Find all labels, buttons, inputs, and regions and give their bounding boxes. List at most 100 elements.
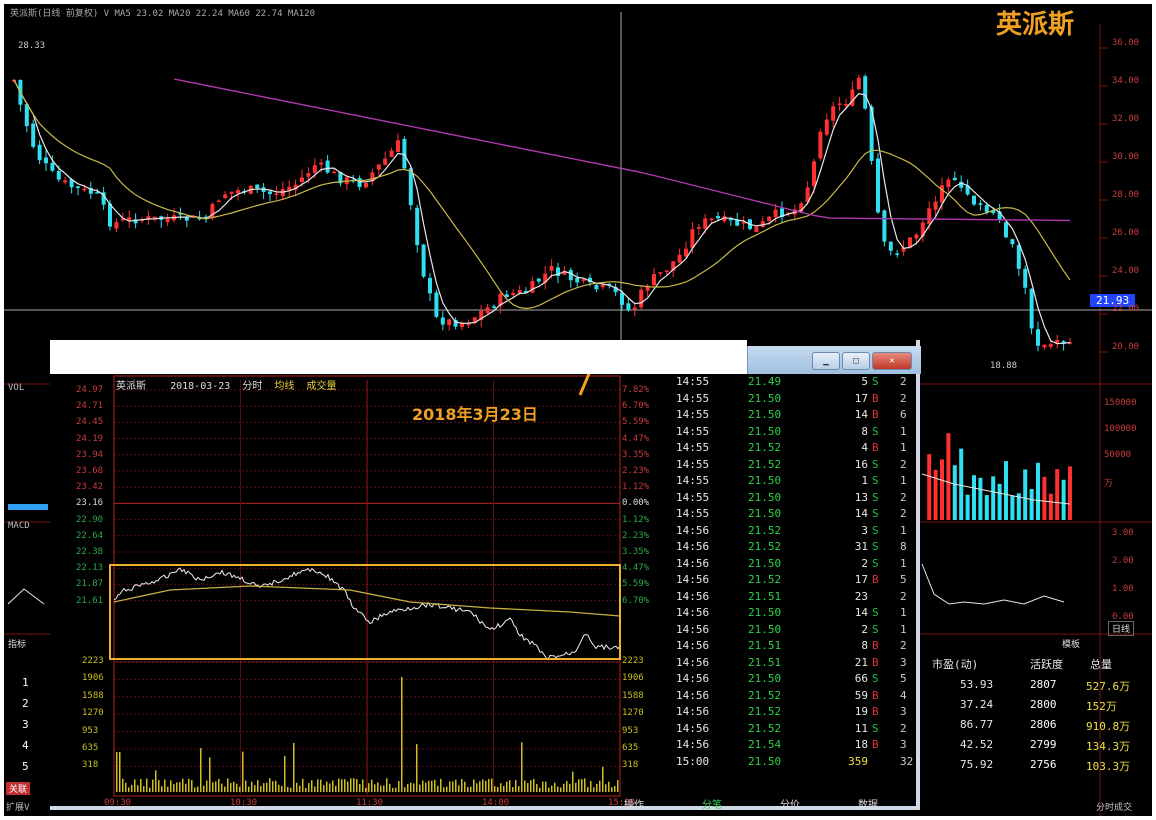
maximize-button[interactable]: □: [842, 352, 870, 370]
tick-row[interactable]: 14:56 21.51 8 B 2: [676, 639, 926, 655]
intraday-volume-bar: [515, 779, 517, 792]
tick-row[interactable]: 14:56 21.52 11 S 2: [676, 722, 926, 738]
tick-cell: 14: [854, 408, 868, 421]
intraday-volume-bar: [404, 787, 406, 792]
tick-row[interactable]: 15:00 21.50 359 32: [676, 755, 926, 771]
intraday-volume-bar: [284, 756, 286, 792]
tick-row[interactable]: 14:55 21.50 14 S 2: [676, 507, 926, 523]
intraday-volume-bar: [575, 782, 577, 792]
intraday-volume-bar: [590, 780, 592, 792]
volume-bar: [1061, 479, 1066, 520]
intraday-volume-label: 1270: [82, 708, 104, 719]
close-button[interactable]: ✕: [872, 352, 912, 370]
volume-bar: [952, 465, 957, 520]
intraday-volume-bar: [152, 779, 154, 792]
intraday-volume-bar: [548, 787, 550, 792]
intraday-volume-label: 2223: [82, 656, 104, 666]
period-button[interactable]: 日线: [1108, 621, 1135, 636]
candle-body: [946, 179, 951, 188]
tick-row[interactable]: 14:56 21.52 31 S 8: [676, 540, 926, 556]
tick-row[interactable]: 14:56 21.54 18 B 3: [676, 738, 926, 754]
intraday-volume-label: 1588: [622, 690, 644, 701]
tick-tab-2[interactable]: 分价: [780, 796, 800, 811]
tick-row[interactable]: 14:56 21.52 19 B 3: [676, 705, 926, 721]
intraday-volume-bar: [506, 781, 508, 792]
intraday-volume-bar: [293, 742, 295, 792]
intraday-volume-bar: [572, 771, 574, 792]
indicator-tab[interactable]: 指标: [8, 637, 26, 650]
tick-row[interactable]: 14:56 21.50 66 S 5: [676, 672, 926, 688]
candle-body: [568, 270, 573, 281]
candle-body: [364, 182, 368, 188]
tick-cell: S: [872, 540, 879, 553]
volume-bar: [8, 504, 48, 510]
tick-cell: 14:55: [676, 490, 710, 504]
tick-row[interactable]: 14:55 21.49 5 S 2: [676, 375, 926, 391]
tick-cell: 2: [900, 391, 907, 405]
tick-row[interactable]: 14:56 21.52 17 B 5: [676, 573, 926, 589]
stats-header: 总量: [1090, 658, 1112, 671]
intraday-volume-bar: [578, 779, 580, 792]
tick-detail-button[interactable]: 分时成交: [1096, 800, 1132, 813]
tick-row[interactable]: 14:56 21.50 14 S 1: [676, 606, 926, 622]
tick-row[interactable]: 14:55 21.50 17 B 2: [676, 392, 926, 408]
tick-row[interactable]: 14:55 21.52 4 B 1: [676, 441, 926, 457]
tick-tab-3[interactable]: 数据: [858, 796, 878, 811]
tick-row[interactable]: 14:56 21.52 3 S 1: [676, 524, 926, 540]
tick-tab-1[interactable]: 分笔: [702, 796, 722, 811]
ma20-line: [13, 79, 1071, 310]
candle-body: [818, 131, 823, 159]
tick-row[interactable]: 14:56 21.51 23 2: [676, 590, 926, 606]
linked-button[interactable]: 关联: [6, 782, 31, 795]
candle-body: [536, 278, 541, 282]
tick-row[interactable]: 14:56 21.50 2 S 1: [676, 557, 926, 573]
tick-tab-0[interactable]: 操作: [624, 796, 644, 811]
tick-row[interactable]: 14:55 21.50 1 S 1: [676, 474, 926, 490]
tick-row[interactable]: 14:56 21.51 21 B 3: [676, 656, 926, 672]
intraday-volume-bar: [170, 780, 172, 792]
tick-cell: 5: [900, 672, 907, 685]
intraday-volume-bar: [221, 783, 223, 792]
tick-cell: 21.50: [748, 391, 782, 405]
intraday-volume-bar: [155, 770, 157, 792]
candle-body: [428, 277, 432, 294]
tick-row[interactable]: 14:55 21.50 14 B 6: [676, 408, 926, 424]
intraday-volume-bar: [410, 782, 412, 792]
intraday-volume-bar: [275, 780, 277, 792]
minimize-button[interactable]: ▁: [812, 352, 840, 370]
intraday-volume-bar: [401, 677, 403, 792]
stats-cell: 2807: [1030, 678, 1057, 691]
intraday-volume-bar: [365, 787, 367, 792]
tick-cell: 14:56: [676, 738, 710, 751]
stats-row: 37.24 2800 152万: [920, 698, 1148, 718]
tick-cell: 1: [900, 474, 907, 487]
tick-cell: 14:55: [676, 408, 710, 421]
intraday-volume-bar: [380, 785, 382, 792]
candle-body: [530, 281, 535, 293]
tick-row[interactable]: 14:55 21.50 13 S 2: [676, 491, 926, 507]
candle-body: [389, 150, 394, 157]
intraday-volume-bar: [392, 787, 394, 792]
tick-row[interactable]: 14:56 21.52 59 B 4: [676, 689, 926, 705]
intraday-volume-bar: [314, 786, 316, 792]
intraday-volume-bar: [251, 781, 253, 792]
tick-row[interactable]: 14:55 21.52 16 S 2: [676, 458, 926, 474]
tick-cell: 16: [854, 457, 868, 471]
tick-cell: 4: [900, 688, 907, 702]
tick-row[interactable]: 14:55 21.50 8 S 1: [676, 425, 926, 441]
tick-cell: 21.52: [748, 457, 782, 471]
intraday-volume-bar: [317, 779, 319, 792]
tick-cell: 2: [861, 622, 868, 636]
candle-body: [1004, 222, 1008, 238]
intraday-volume-bar: [176, 782, 178, 792]
extend-button[interactable]: 扩展V: [6, 800, 29, 813]
tick-cell: 8: [900, 540, 907, 553]
intraday-volume-bar: [551, 785, 553, 792]
tick-trades-list[interactable]: 14:55 21.49 5 S 2 14:55 21.50 17 B 2 14:55 21.50 14 B…: [676, 375, 916, 787]
tick-row[interactable]: 14:56 21.50 2 S 1: [676, 623, 926, 639]
intraday-volume-bar: [602, 766, 604, 792]
stats-template-tab[interactable]: 模板: [1062, 637, 1080, 650]
intraday-volume-bar: [605, 784, 607, 792]
volume-bar: [927, 454, 932, 520]
tick-cell: 21.52: [748, 721, 782, 735]
